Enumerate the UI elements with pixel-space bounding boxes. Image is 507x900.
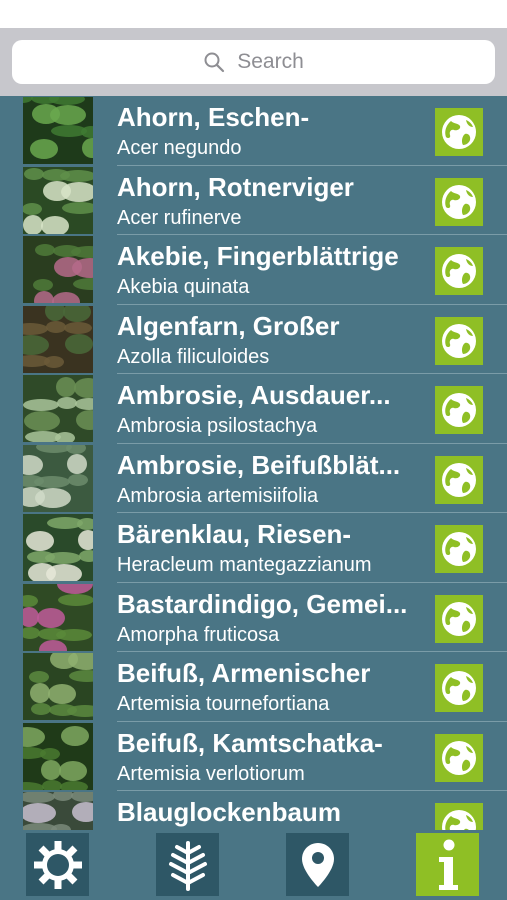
list-item[interactable]: Bastardindigo, Gemei... Amorpha fruticos…	[0, 583, 507, 652]
plant-name: Ahorn, Rotnerviger	[117, 171, 354, 202]
search-placeholder: Search	[237, 50, 304, 73]
globe-icon	[442, 532, 476, 566]
plant-latin-name: Artemisia tournefortiana	[117, 693, 330, 715]
plant-name: Beifuß, Armenischer	[117, 658, 371, 688]
plant-latin-name: Acer negundo	[117, 137, 242, 159]
search-bar: Search	[0, 28, 507, 96]
plant-name: Ambrosie, Ausdauer...	[117, 380, 391, 410]
status-bar	[0, 0, 507, 28]
list-item[interactable]: Beifuß, Kamtschatka- Artemisia verlotior…	[0, 722, 507, 791]
list-item[interactable]: Ambrosie, Ausdauer... Ambrosia psilostac…	[0, 374, 507, 444]
globe-icon	[442, 254, 476, 288]
tab-bar	[0, 830, 507, 900]
plant-latin-name: Amorpha fruticosa	[117, 623, 280, 646]
plant-thumbnail	[23, 653, 93, 720]
location-pin-icon	[301, 842, 334, 887]
plant-thumbnail	[23, 583, 93, 651]
tab-map[interactable]	[286, 833, 349, 896]
globe-icon	[442, 740, 476, 775]
globe-button[interactable]	[435, 594, 483, 643]
plant-name: Ahorn, Eschen-	[117, 102, 310, 132]
list-item[interactable]: Algenfarn, Großer Azolla filiculoides	[0, 305, 507, 374]
globe-button[interactable]	[435, 664, 483, 712]
tab-info[interactable]	[416, 833, 479, 896]
plant-icon	[168, 840, 207, 891]
gear-icon	[33, 840, 82, 889]
globe-button[interactable]	[435, 177, 483, 226]
plant-thumbnail	[23, 166, 93, 234]
tab-plants[interactable]	[156, 833, 219, 896]
plant-thumbnail	[23, 305, 93, 373]
plant-thumbnail	[23, 97, 93, 164]
plant-name: Bastardindigo, Gemei...	[117, 588, 408, 619]
search-input[interactable]: Search	[12, 40, 495, 84]
globe-icon	[442, 601, 476, 636]
plant-latin-name: Akebia quinata	[117, 276, 250, 298]
tab-settings[interactable]	[26, 833, 89, 896]
globe-button[interactable]	[435, 316, 483, 365]
plant-name: Blauglockenbaum	[117, 797, 341, 827]
globe-button[interactable]	[435, 247, 483, 295]
plant-latin-name: Azolla filiculoides	[117, 345, 270, 368]
search-icon	[204, 52, 225, 73]
plant-thumbnail	[23, 514, 93, 581]
list-item[interactable]: Ahorn, Eschen- Acer negundo	[0, 96, 507, 166]
list-item[interactable]: Beifuß, Armenischer Artemisia tournefort…	[0, 652, 507, 722]
list-item[interactable]: Bärenklau, Riesen- Heracleum mantegazzia…	[0, 513, 507, 583]
list-item[interactable]: Ambrosie, Beifußblät... Ambrosia artemis…	[0, 444, 507, 513]
plant-name: Bärenklau, Riesen-	[117, 519, 352, 549]
globe-button[interactable]	[435, 525, 483, 573]
globe-button[interactable]	[435, 386, 483, 434]
globe-button[interactable]	[435, 455, 483, 504]
plant-latin-name: Artemisia verlotiorum	[117, 762, 305, 785]
plant-latin-name: Ambrosia artemisiifolia	[117, 484, 319, 507]
plant-latin-name: Heracleum mantegazzianum	[117, 554, 372, 576]
list-item[interactable]: Akebie, Fingerblättrige Akebia quinata	[0, 235, 507, 305]
list-item[interactable]: Ahorn, Rotnerviger Acer rufinerve	[0, 166, 507, 235]
list-item[interactable]: Blauglockenbaum	[0, 791, 507, 830]
globe-button[interactable]	[435, 803, 483, 830]
plant-latin-name: Ambrosia psilostachya	[117, 415, 318, 437]
globe-icon	[442, 462, 476, 497]
globe-icon	[442, 671, 476, 705]
globe-icon	[442, 323, 476, 358]
globe-button[interactable]	[435, 733, 483, 782]
globe-icon	[442, 810, 476, 830]
plant-name: Ambrosie, Beifußblät...	[117, 449, 401, 480]
plant-thumbnail	[23, 375, 93, 442]
globe-icon	[442, 393, 476, 427]
globe-icon	[442, 184, 476, 219]
plant-list[interactable]: Ahorn, Eschen- Acer negundo Ahorn, Rotne…	[0, 96, 507, 830]
plant-latin-name: Acer rufinerve	[117, 206, 242, 229]
plant-thumbnail	[23, 236, 93, 303]
globe-icon	[442, 115, 476, 149]
plant-thumbnail	[23, 792, 93, 830]
globe-button[interactable]	[435, 108, 483, 156]
info-icon	[438, 839, 458, 890]
plant-name: Algenfarn, Großer	[117, 310, 340, 341]
plant-thumbnail	[23, 444, 93, 512]
plant-thumbnail	[23, 722, 93, 790]
plant-name: Beifuß, Kamtschatka-	[117, 727, 383, 758]
plant-name: Akebie, Fingerblättrige	[117, 241, 399, 271]
